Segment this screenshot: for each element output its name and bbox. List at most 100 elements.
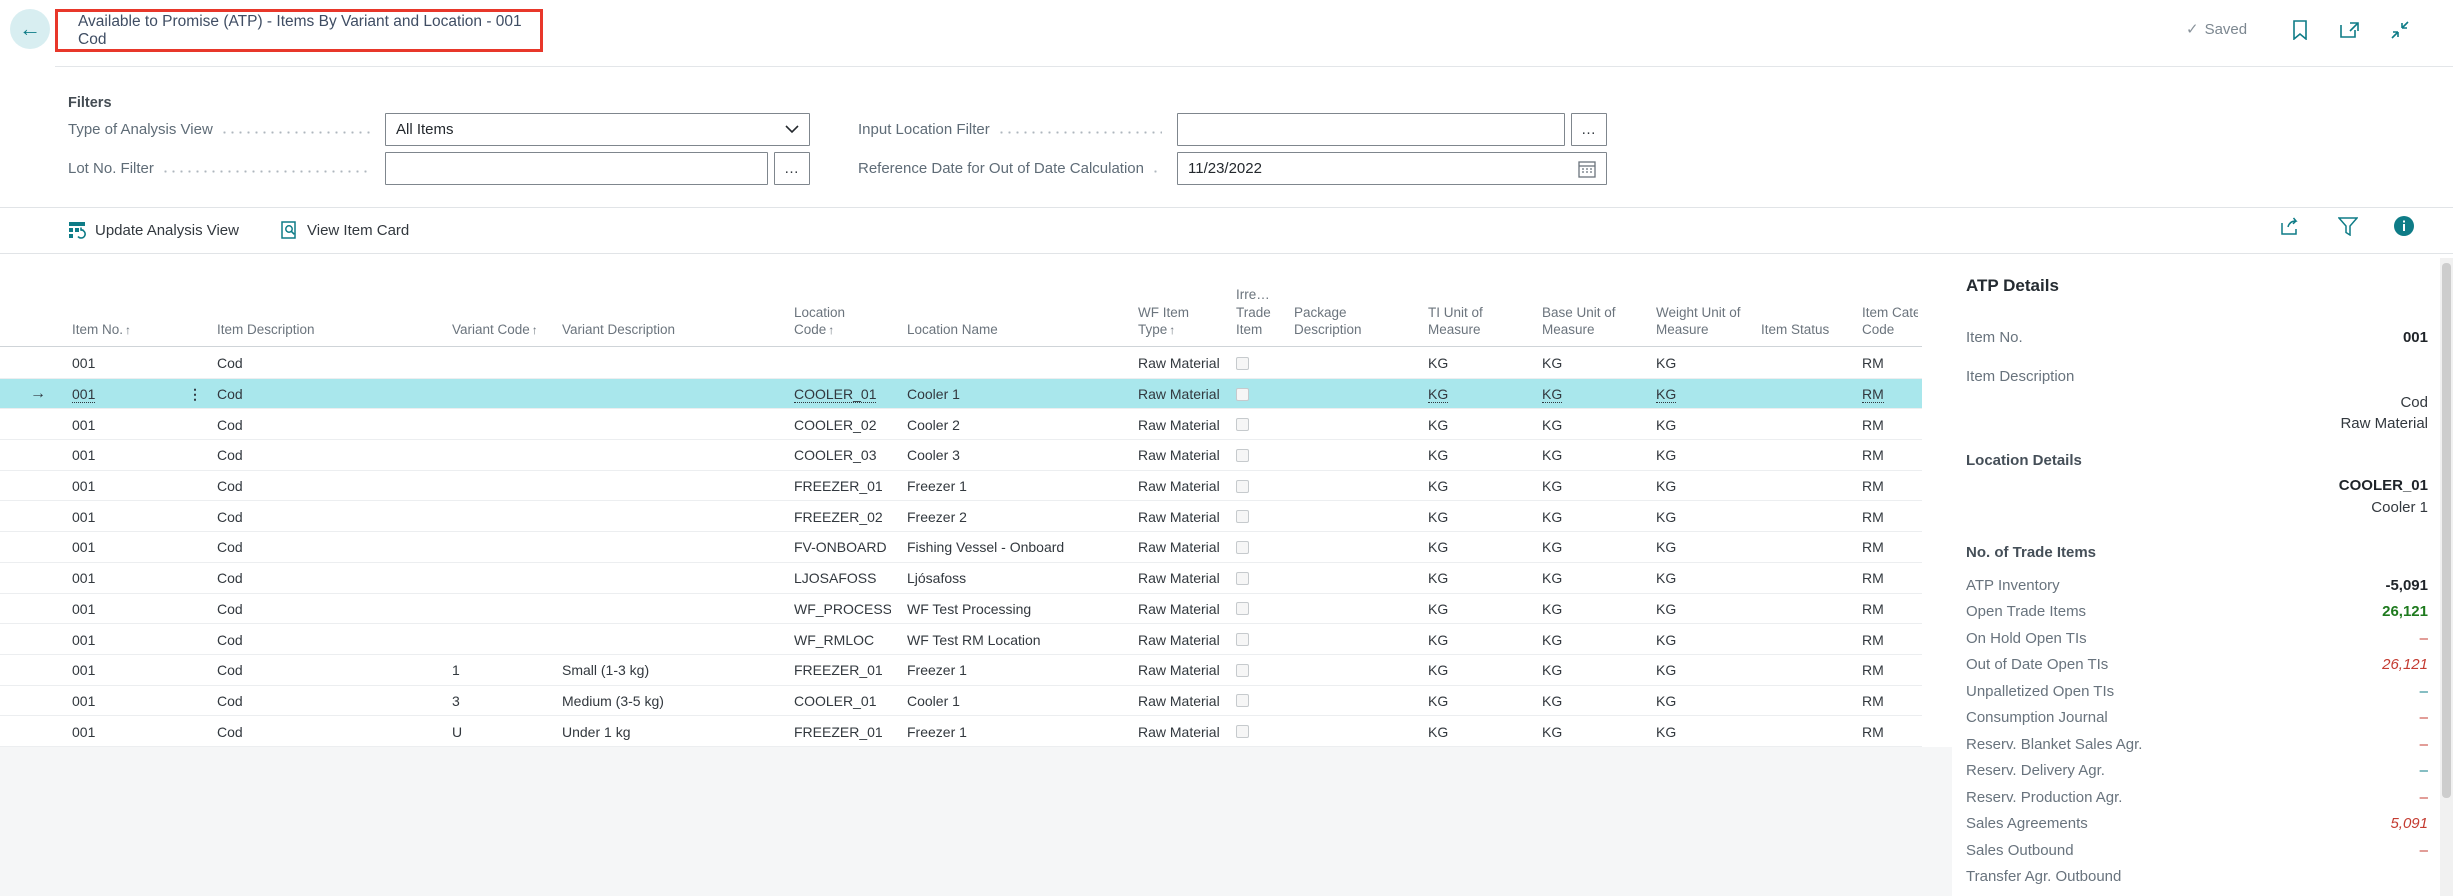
cell-location_name[interactable]: WF Test Processing [891, 594, 1122, 625]
cell-variant_description[interactable] [546, 563, 778, 594]
input-location-filter-input[interactable] [1177, 113, 1565, 146]
cell-item_description[interactable]: Cod [201, 594, 436, 625]
cell-ti_unit[interactable]: KG [1412, 409, 1526, 440]
atp-row-value[interactable]: – [2420, 762, 2428, 779]
cell-weight_unit[interactable]: KG [1640, 379, 1745, 410]
column-header-wf_item_type[interactable]: WF Item Type↑ [1122, 304, 1220, 339]
cell-base_unit[interactable]: KG [1526, 379, 1640, 410]
cell-item_description[interactable]: Cod [201, 409, 436, 440]
cell-variant_code[interactable] [436, 624, 546, 655]
cell-weight_unit[interactable]: KG [1640, 655, 1745, 686]
cell-package_description[interactable] [1278, 409, 1412, 440]
atp-row-value[interactable]: – [2420, 709, 2428, 726]
column-header-item_status[interactable]: Item Status [1745, 321, 1846, 339]
column-header-variant_description[interactable]: Variant Description [546, 321, 778, 339]
cell-variant_code[interactable] [436, 594, 546, 625]
cell-wf_item_type[interactable]: Raw Material [1122, 440, 1220, 471]
cell-variant_code[interactable] [436, 532, 546, 563]
cell-trade_item[interactable] [1220, 532, 1278, 563]
cell-item_status[interactable] [1745, 563, 1846, 594]
cell-trade_item[interactable] [1220, 716, 1278, 747]
atp-row-value[interactable]: 26,121 [2382, 656, 2428, 673]
cell-base_unit[interactable]: KG [1526, 624, 1640, 655]
atp-location-code-value[interactable]: COOLER_01 [1966, 477, 2428, 494]
cell-trade_item[interactable] [1220, 471, 1278, 502]
cell-location_code[interactable]: FREEZER_02 [778, 501, 891, 532]
cell-wf_item_type[interactable]: Raw Material [1122, 348, 1220, 379]
cell-location_code[interactable]: FREEZER_01 [778, 716, 891, 747]
cell-location_code[interactable]: LJOSAFOSS [778, 563, 891, 594]
cell-item_category[interactable]: RM [1846, 686, 1922, 717]
cell-wf_item_type[interactable]: Raw Material [1122, 471, 1220, 502]
column-header-ti_unit[interactable]: TI Unit of Measure [1412, 304, 1526, 339]
cell-location_name[interactable]: Cooler 1 [891, 379, 1122, 410]
cell-wf_item_type[interactable]: Raw Material [1122, 563, 1220, 594]
cell-package_description[interactable] [1278, 348, 1412, 379]
cell-trade_item[interactable] [1220, 594, 1278, 625]
table-row[interactable]: 001CodFV-ONBOARDFishing Vessel - Onboard… [0, 532, 1922, 563]
cell-location_code[interactable]: COOLER_01 [778, 379, 891, 410]
cell-item_category[interactable]: RM [1846, 594, 1922, 625]
cell-item_no[interactable]: 001 [56, 655, 201, 686]
cell-variant_description[interactable] [546, 501, 778, 532]
cell-item_no[interactable]: 001 [56, 440, 201, 471]
column-header-location_name[interactable]: Location Name [891, 321, 1122, 339]
table-row[interactable]: 001CodFREEZER_01Freezer 1Raw MaterialKGK… [0, 471, 1922, 502]
cell-weight_unit[interactable]: KG [1640, 624, 1745, 655]
cell-wf_item_type[interactable]: Raw Material [1122, 379, 1220, 410]
cell-variant_code[interactable] [436, 471, 546, 502]
cell-item_description[interactable]: Cod [201, 686, 436, 717]
column-header-weight_unit[interactable]: Weight Unit of Measure [1640, 304, 1745, 339]
cell-wf_item_type[interactable]: Raw Material [1122, 501, 1220, 532]
cell-item_description[interactable]: Cod [201, 348, 436, 379]
cell-variant_code[interactable]: 1 [436, 655, 546, 686]
cell-item_description[interactable]: Cod [201, 440, 436, 471]
cell-location_code[interactable]: WF_PROCESS [778, 594, 891, 625]
cell-package_description[interactable] [1278, 501, 1412, 532]
cell-variant_description[interactable]: Medium (3-5 kg) [546, 686, 778, 717]
cell-item_category[interactable]: RM [1846, 532, 1922, 563]
cell-location_name[interactable]: Cooler 1 [891, 686, 1122, 717]
cell-variant_description[interactable] [546, 440, 778, 471]
atp-item-no-value[interactable]: 001 [2403, 329, 2428, 346]
info-icon[interactable] [2392, 214, 2416, 238]
cell-base_unit[interactable]: KG [1526, 471, 1640, 502]
cell-variant_code[interactable] [436, 563, 546, 594]
cell-weight_unit[interactable]: KG [1640, 501, 1745, 532]
cell-package_description[interactable] [1278, 594, 1412, 625]
cell-variant_code[interactable] [436, 501, 546, 532]
cell-package_description[interactable] [1278, 379, 1412, 410]
cell-item_description[interactable]: Cod [201, 563, 436, 594]
cell-item_status[interactable] [1745, 348, 1846, 379]
cell-weight_unit[interactable]: KG [1640, 409, 1745, 440]
cell-location_code[interactable] [778, 348, 891, 379]
cell-wf_item_type[interactable]: Raw Material [1122, 686, 1220, 717]
cell-trade_item[interactable] [1220, 686, 1278, 717]
input-location-filter-lookup-button[interactable]: … [1571, 113, 1607, 146]
cell-weight_unit[interactable]: KG [1640, 563, 1745, 594]
cell-item_status[interactable] [1745, 532, 1846, 563]
update-analysis-view-button[interactable]: Update Analysis View [68, 214, 239, 246]
cell-location_name[interactable]: Freezer 1 [891, 716, 1122, 747]
cell-location_name[interactable]: Freezer 2 [891, 501, 1122, 532]
cell-wf_item_type[interactable]: Raw Material [1122, 594, 1220, 625]
cell-base_unit[interactable]: KG [1526, 655, 1640, 686]
calendar-icon[interactable] [1578, 160, 1596, 178]
cell-item_no[interactable]: 001 [56, 471, 201, 502]
cell-base_unit[interactable]: KG [1526, 348, 1640, 379]
cell-variant_code[interactable] [436, 409, 546, 440]
cell-wf_item_type[interactable]: Raw Material [1122, 532, 1220, 563]
cell-trade_item[interactable] [1220, 624, 1278, 655]
cell-item_status[interactable] [1745, 471, 1846, 502]
column-header-variant_code[interactable]: Variant Code↑ [436, 321, 546, 339]
cell-item_description[interactable]: Cod [201, 471, 436, 502]
cell-weight_unit[interactable]: KG [1640, 594, 1745, 625]
collapse-icon[interactable] [2388, 18, 2412, 42]
cell-variant_description[interactable] [546, 624, 778, 655]
table-row[interactable]: 001CodLJOSAFOSSLjósafossRaw MaterialKGKG… [0, 563, 1922, 594]
cell-package_description[interactable] [1278, 471, 1412, 502]
table-row[interactable]: 001CodFREEZER_02Freezer 2Raw MaterialKGK… [0, 501, 1922, 532]
cell-weight_unit[interactable]: KG [1640, 440, 1745, 471]
atp-row-value[interactable]: -5,091 [2385, 577, 2428, 594]
cell-weight_unit[interactable]: KG [1640, 716, 1745, 747]
